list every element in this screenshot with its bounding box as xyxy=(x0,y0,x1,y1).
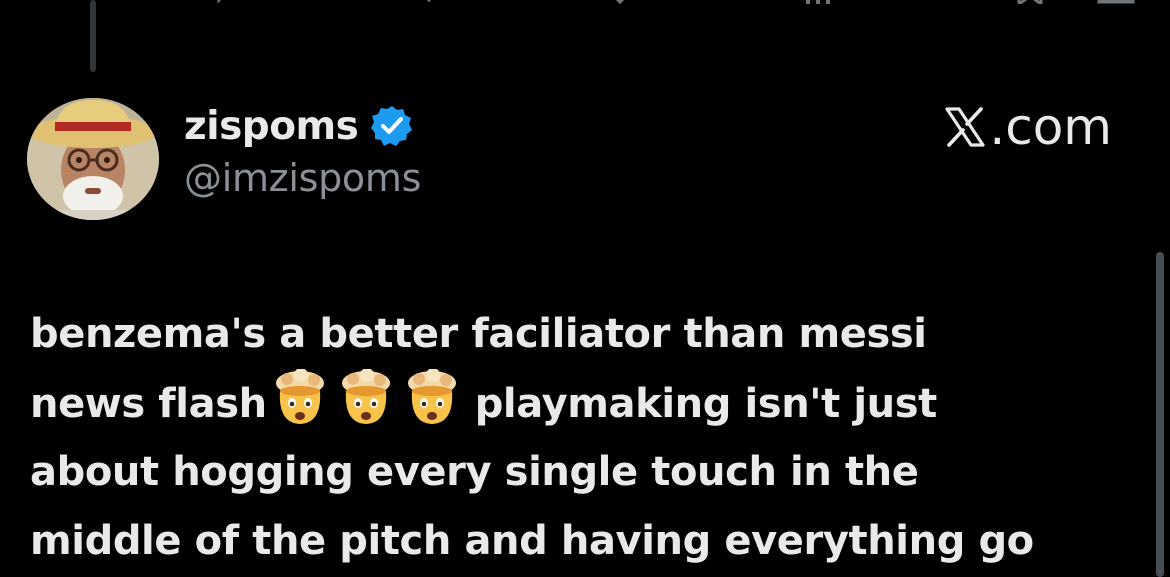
brand-label: .com xyxy=(989,98,1112,156)
avatar-straw-hat-icon xyxy=(27,98,159,220)
verified-badge-icon[interactable] xyxy=(370,104,414,148)
tweet-line: middle of the pitch and having everythin… xyxy=(30,518,1034,564)
share-icon[interactable] xyxy=(1095,0,1137,4)
x-logo-icon xyxy=(945,107,985,147)
tweet-card: zispoms @imzispoms .com benzema's a bett… xyxy=(0,0,1170,577)
tweet-line: news flash playmaking isn't just xyxy=(30,369,1140,438)
emoji-group xyxy=(271,369,469,439)
exploding-head-emoji xyxy=(275,369,324,424)
user-handle[interactable]: @imzispoms xyxy=(184,156,421,200)
author-name-row[interactable]: zispoms xyxy=(184,100,414,152)
brand-watermark: .com xyxy=(943,98,1112,156)
scrollbar[interactable] xyxy=(1156,252,1164,577)
reply-icon[interactable] xyxy=(205,0,245,4)
views-icon[interactable] xyxy=(800,0,840,4)
exploding-head-emoji xyxy=(341,369,390,424)
thread-connector-line xyxy=(90,0,96,72)
tweet-line-text: playmaking isn't just xyxy=(474,381,938,427)
previous-post-actions xyxy=(0,0,1170,8)
tweet-line-text: news flash xyxy=(30,381,267,427)
like-icon[interactable] xyxy=(600,0,640,4)
repost-icon[interactable] xyxy=(395,0,439,4)
display-name[interactable]: zispoms xyxy=(184,104,359,149)
tweet-text: benzema's a better faciliator than messi… xyxy=(30,300,1140,576)
tweet-line: about hogging every single touch in the xyxy=(30,449,919,495)
exploding-head-emoji xyxy=(407,369,456,424)
tweet-line: benzema's a better faciliator than messi xyxy=(30,311,927,357)
avatar[interactable] xyxy=(27,98,159,220)
bookmark-icon[interactable] xyxy=(1015,0,1045,4)
